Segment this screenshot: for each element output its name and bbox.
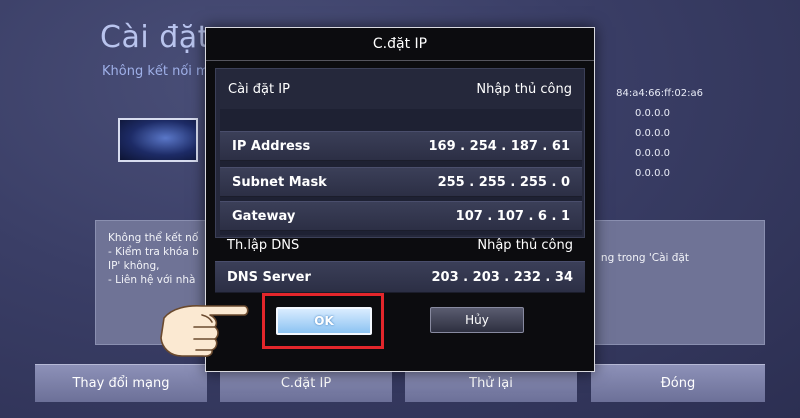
gateway-row[interactable]: Gateway 107 . 107 . 6 . 1 <box>220 201 582 231</box>
dns-server-label: DNS Server <box>227 270 311 285</box>
dns-server-row[interactable]: DNS Server 203 . 203 . 232 . 34 <box>215 261 585 293</box>
ip-setting-label: Cài đặt IP <box>228 82 290 97</box>
error-line: - Kiểm tra khóa b <box>108 246 199 258</box>
error-line: - Liên hệ với nhà <box>108 274 196 286</box>
ip-setting-row[interactable]: Cài đặt IP Nhập thủ công <box>216 75 584 105</box>
subnet-mask-label: Subnet Mask <box>232 175 327 190</box>
error-line: Không thể kết nố <box>108 232 199 244</box>
dns-setting-value: Nhập thủ công <box>477 238 573 253</box>
dns-setting-row[interactable]: Th.lập DNS Nhập thủ công <box>215 231 585 261</box>
change-network-button[interactable]: Thay đổi mạng <box>35 364 207 402</box>
cancel-button[interactable]: Hủy <box>430 307 524 333</box>
error-line: IP' không, <box>108 260 160 272</box>
subnet-mask-row[interactable]: Subnet Mask 255 . 255 . 255 . 0 <box>220 167 582 197</box>
dialog-title: C.đặt IP <box>372 36 428 52</box>
dns-server-value: 203 . 203 . 232 . 34 <box>431 270 573 285</box>
hand-pointer-icon <box>160 305 249 357</box>
ip-setting-value: Nhập thủ công <box>476 82 572 97</box>
background-subtitle: Không kết nối m <box>102 64 209 79</box>
subnet-mask-value: 255 . 255 . 255 . 0 <box>437 175 570 190</box>
dns-setting-label: Th.lập DNS <box>227 238 300 253</box>
error-message-left: Không thể kết nố - Kiểm tra khóa b IP' k… <box>108 231 199 287</box>
network-thumbnail <box>118 118 198 162</box>
ip-address-value: 169 . 254 . 187 . 61 <box>428 139 570 154</box>
ip-panel: Cài đặt IP Nhập thủ công IP Address 169 … <box>215 68 585 238</box>
error-message-right: ng trong 'Cài đặt <box>601 251 689 265</box>
ip-address-label: IP Address <box>232 139 311 154</box>
gateway-value: 107 . 107 . 6 . 1 <box>455 209 570 224</box>
error-line: ng trong 'Cài đặt <box>600 252 689 264</box>
ip-address-row[interactable]: IP Address 169 . 254 . 187 . 61 <box>220 131 582 161</box>
gateway-label: Gateway <box>232 209 296 224</box>
ip-settings-dialog: C.đặt IP Cài đặt IP Nhập thủ công IP Add… <box>205 27 595 372</box>
close-button[interactable]: Đóng <box>591 364 765 402</box>
title-divider <box>206 60 594 61</box>
ok-button[interactable]: OK <box>276 307 372 335</box>
